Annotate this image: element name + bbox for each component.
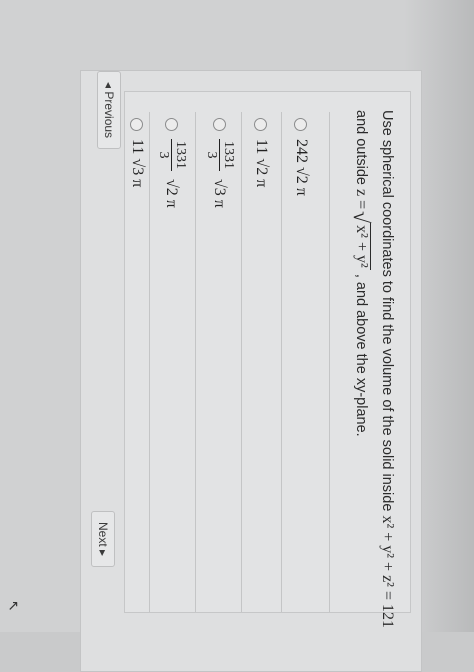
question-box: Use spherical coordinates to find the vo… (124, 91, 411, 628)
option-3-numerator: 1331 (219, 139, 236, 171)
and-outside-text: and outside (353, 110, 369, 185)
sphere-equation: x² + y² + z² = 121 (379, 515, 396, 628)
option-3-rest: √3 π (211, 179, 229, 208)
radio-button[interactable] (165, 118, 178, 131)
option-4-denominator: 3 (156, 151, 171, 159)
separator (195, 112, 196, 612)
option-3-denominator: 3 (204, 151, 219, 159)
option-4-rest: √2 π (163, 179, 181, 208)
option-5-text: 11 √3 π (129, 139, 146, 188)
previous-button[interactable]: ◂ Previous (97, 71, 121, 150)
option-4-fraction: 1331 3 (155, 139, 188, 171)
separator (329, 112, 330, 612)
sqrt-inner: x² + y² (353, 223, 371, 270)
answer-option-1[interactable]: 242 √2 π (292, 118, 310, 196)
answer-option-3[interactable]: 1331 3 √3 π (203, 118, 236, 208)
question-line-1: Use spherical coordinates to find the vo… (378, 110, 396, 628)
sqrt-expression: x² + y² (352, 213, 371, 270)
separator (241, 112, 242, 612)
separator (149, 112, 150, 612)
answer-option-5[interactable]: 11 √3 π (128, 118, 146, 187)
question-line-2: and outside z = x² + y² , and above the … (352, 110, 371, 437)
answer-option-4[interactable]: 1331 3 √2 π (155, 118, 188, 208)
radio-button[interactable] (213, 118, 226, 131)
question-suffix: , and above the xy-plane. (353, 273, 369, 437)
z-equals: z = (353, 189, 370, 210)
option-4-numerator: 1331 (171, 139, 188, 171)
answer-option-2[interactable]: 11 √2 π (252, 118, 270, 187)
option-3-fraction: 1331 3 (203, 139, 236, 171)
screen: Use spherical coordinates to find the vo… (0, 0, 474, 672)
radio-button[interactable] (254, 118, 268, 131)
radio-button[interactable] (130, 118, 144, 131)
option-1-text: 242 √2 π (293, 139, 310, 196)
option-2-text: 11 √2 π (253, 139, 270, 188)
question-card: Use spherical coordinates to find the vo… (80, 70, 422, 672)
question-prefix: Use spherical coordinates to find the vo… (379, 110, 395, 512)
next-button[interactable]: Next ▸ (91, 511, 115, 568)
mouse-cursor-icon: ↖ (6, 600, 22, 612)
separator (281, 112, 282, 612)
radio-button[interactable] (294, 118, 308, 131)
